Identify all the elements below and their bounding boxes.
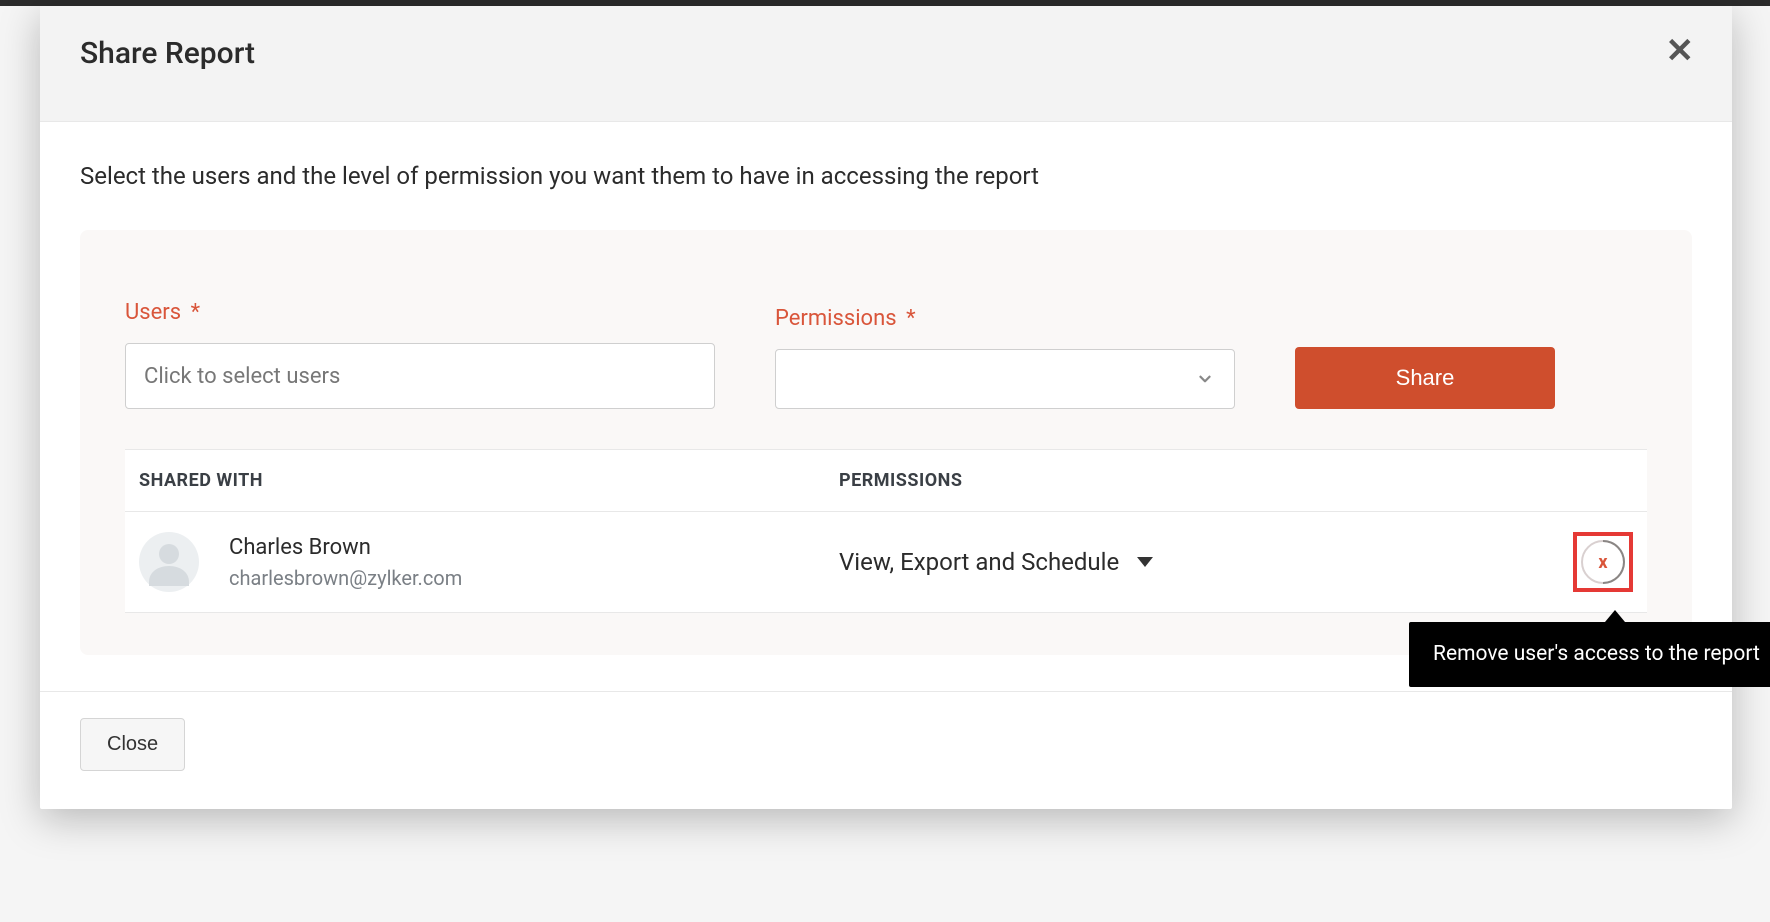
user-cell: Charles Brown charlesbrown@zylker.com [139,532,839,592]
share-report-modal: Share Report ✕ Select the users and the … [40,6,1732,809]
avatar [139,532,199,592]
remove-highlight-box: x [1573,532,1633,592]
x-icon: x [1598,552,1607,573]
table-row: Charles Brown charlesbrown@zylker.com Vi… [125,512,1647,613]
permission-dropdown[interactable]: View, Export and Schedule [839,548,1533,576]
user-name: Charles Brown [229,535,462,560]
modal-body: Select the users and the level of permis… [40,122,1732,655]
modal-header: Share Report ✕ [40,6,1732,122]
close-button[interactable]: Close [80,718,185,771]
form-row: Users * Click to select users Permission… [125,300,1647,409]
permissions-label-text: Permissions [775,306,897,331]
caret-down-icon [1137,557,1153,567]
action-cell: x Remove user's access to the report [1533,532,1633,592]
shared-table: SHARED WITH PERMISSIONS Charles Brown ch… [125,449,1647,613]
user-info: Charles Brown charlesbrown@zylker.com [229,535,462,590]
users-field-group: Users * Click to select users [125,300,715,409]
instruction-text: Select the users and the level of permis… [80,162,1692,190]
table-header: SHARED WITH PERMISSIONS [125,450,1647,512]
permissions-field-group: Permissions * [775,306,1235,409]
chevron-down-icon [1196,370,1214,388]
permissions-select[interactable] [775,349,1235,409]
modal-footer: Close [40,691,1732,809]
permission-value: View, Export and Schedule [839,548,1119,576]
close-icon[interactable]: ✕ [1666,34,1695,68]
user-email: charlesbrown@zylker.com [229,566,462,590]
share-button[interactable]: Share [1295,347,1555,409]
required-asterisk: * [191,300,200,325]
permissions-label: Permissions * [775,306,1235,331]
users-label: Users * [125,300,715,325]
remove-user-button[interactable]: x [1581,540,1625,584]
modal-title: Share Report [80,36,1692,71]
users-label-text: Users [125,300,181,325]
users-input[interactable]: Click to select users [125,343,715,409]
remove-tooltip: Remove user's access to the report [1409,622,1770,687]
col-header-permissions: PERMISSIONS [839,470,1533,491]
required-asterisk: * [906,306,915,331]
share-panel: Users * Click to select users Permission… [80,230,1692,655]
col-header-shared-with: SHARED WITH [139,470,839,491]
users-placeholder: Click to select users [144,364,340,389]
